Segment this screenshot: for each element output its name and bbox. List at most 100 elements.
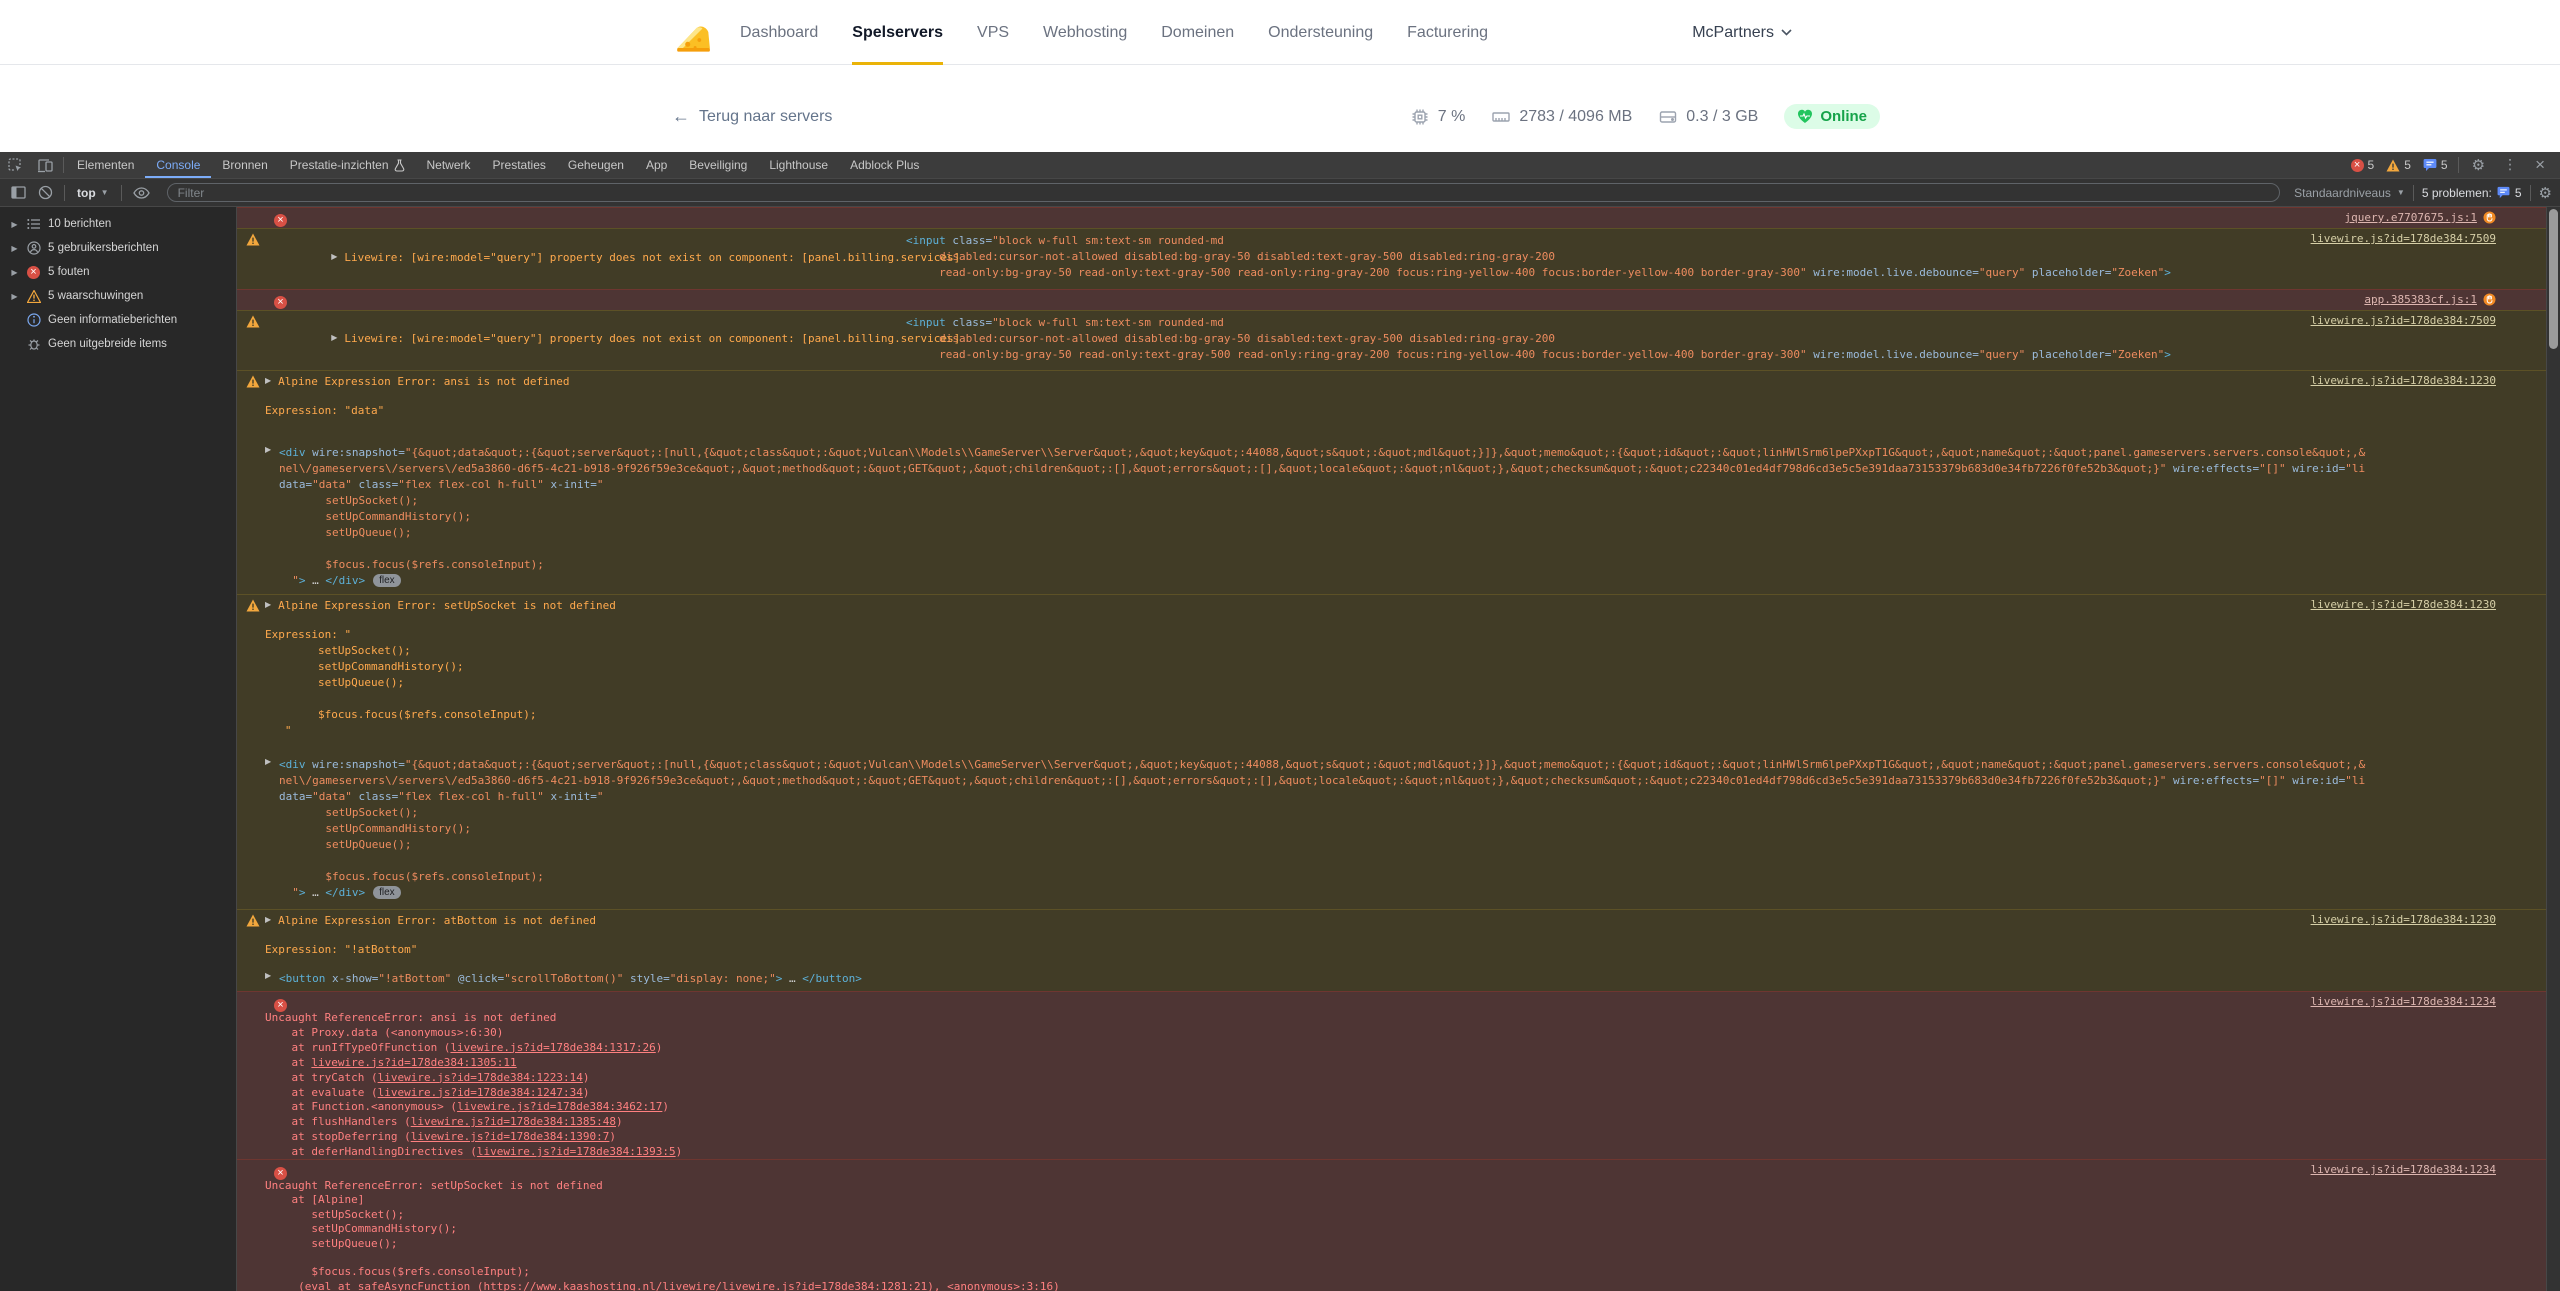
tab-bronnen[interactable]: Bronnen [211,152,278,178]
scrollbar-thumb[interactable] [2549,209,2558,349]
expand-arrow-icon[interactable]: ▶ [265,913,271,928]
live-expression-eye-icon[interactable] [130,187,153,199]
nav-webhosting[interactable]: Webhosting [1043,0,1127,65]
sidebar-item-info[interactable]: Geen informatieberichten [0,308,236,332]
log-levels-dropdown[interactable]: Standaardniveaus ▼ [2294,186,2405,200]
expand-arrow-icon[interactable]: ▶ [10,244,19,253]
cpu-value: 7 % [1438,108,1466,126]
dropdown-arrow-icon: ▼ [101,188,109,197]
issues-counter[interactable]: 5 [2419,158,2452,172]
tab-beveiliging[interactable]: Beveiliging [678,152,758,178]
source-link[interactable]: jquery.e7707675.js:1 [2345,211,2477,224]
expand-arrow-icon[interactable]: ▶ [265,374,271,389]
message-text: Livewire: [wire:model="query"] property … [344,332,960,345]
console-sidebar-toggle-icon[interactable] [8,186,29,199]
back-link[interactable]: ← Terug naar servers [672,106,832,127]
nav-dashboard[interactable]: Dashboard [740,0,818,65]
source-link[interactable]: livewire.js?id=178de384:1230 [2311,598,2496,611]
cheese-logo-icon[interactable] [674,20,712,58]
console-scrollbar[interactable] [2546,207,2560,1291]
source-link[interactable]: app.385383cf.js:1 [2364,293,2477,306]
sidebar-item-user-messages[interactable]: ▶ 5 gebruikersberichten [0,236,236,260]
chevron-down-icon [1781,29,1792,36]
error-counter[interactable]: 5 [2347,158,2379,172]
expand-arrow-icon[interactable]: ▶ [265,445,271,454]
issues-icon [2423,158,2437,172]
expression-text: Expression: "!atBottom" [265,942,2366,958]
nav-vps[interactable]: VPS [977,0,1009,65]
nav-ondersteuning[interactable]: Ondersteuning [1268,0,1373,65]
adblock-icon [2483,293,2496,306]
list-icon [26,218,41,230]
console-message-warning: ▶ Alpine Expression Error: ansi is not de… [237,370,2546,594]
expand-arrow-icon[interactable]: ▶ [331,330,337,346]
expand-arrow-icon[interactable]: ▶ [10,220,19,229]
source-link[interactable]: livewire.js?id=178de384:7509 [2311,232,2496,245]
user-icon [26,241,41,255]
error-icon [274,214,287,227]
console-message-warning: <input class="block w-full sm:text-sm ro… [237,310,2546,370]
tab-lighthouse[interactable]: Lighthouse [758,152,839,178]
expand-arrow-icon[interactable]: ▶ [10,268,19,277]
console-sidebar: ▶ 10 berichten ▶ 5 gebruikersberichten [0,207,237,1291]
clear-console-icon[interactable] [35,185,56,200]
nav-spelservers[interactable]: Spelservers [852,0,943,65]
expression-text: Expression: " setUpSocket(); setUpComman… [265,627,2366,739]
sidebar-item-all-messages[interactable]: ▶ 10 berichten [0,212,236,236]
tab-adblock-plus[interactable]: Adblock Plus [839,152,930,178]
console-settings-icon[interactable]: ⚙ [2539,184,2552,202]
message-title: Alpine Expression Error: setUpSocket is … [278,599,616,612]
warning-icon [246,315,260,328]
expand-arrow-icon[interactable]: ▶ [10,292,19,301]
warning-icon [246,375,260,388]
status-label: Online [1820,108,1867,125]
warning-icon [2386,159,2400,172]
error-icon [2351,159,2364,172]
expand-arrow-icon[interactable]: ▶ [331,249,337,265]
nav-facturering[interactable]: Facturering [1407,0,1488,65]
element-preview: ▶ <button x-show="!atBottom" @click="scr… [265,971,2366,987]
warning-icon [246,233,260,246]
tab-console[interactable]: Console [145,152,211,178]
close-devtools-icon[interactable]: × [2528,155,2552,175]
account-menu[interactable]: McPartners [1692,0,1792,65]
flask-icon [394,159,405,172]
source-link[interactable]: livewire.js?id=178de384:1230 [2311,374,2496,387]
sidebar-item-verbose[interactable]: Geen uitgebreide items [0,332,236,356]
error-icon [274,999,287,1012]
server-subheader: ← Terug naar servers 7 % [0,65,2560,152]
error-icon [274,296,287,309]
device-toolbar-icon[interactable] [30,152,61,178]
expand-arrow-icon[interactable]: ▶ [265,598,271,613]
tab-app[interactable]: App [635,152,678,178]
status-badge: Online [1784,104,1880,129]
nav-domeinen[interactable]: Domeinen [1161,0,1234,65]
adblock-icon [2483,211,2496,224]
problems-indicator[interactable]: 5 problemen: 5 [2422,186,2522,200]
message-title: Alpine Expression Error: ansi is not def… [278,375,569,388]
expand-arrow-icon[interactable]: ▶ [265,971,271,980]
tab-prestaties[interactable]: Prestaties [482,152,557,178]
tab-prestatie-inzichten[interactable]: Prestatie-inzichten [279,152,416,178]
disk-icon [1658,107,1678,127]
warning-icon [26,290,41,303]
settings-gear-icon[interactable]: ⚙ [2465,156,2492,174]
expression-text: Expression: "data" [265,403,2366,419]
source-link[interactable]: livewire.js?id=178de384:1230 [2311,913,2496,926]
source-link[interactable]: livewire.js?id=178de384:1234 [2311,1163,2496,1176]
execution-context-selector[interactable]: top ▼ [73,186,113,200]
back-arrow-icon: ← [672,106,690,127]
sidebar-item-errors[interactable]: ▶ 5 fouten [0,260,236,284]
inspect-element-icon[interactable] [0,152,30,178]
warning-counter[interactable]: 5 [2382,158,2415,172]
console-filter-input[interactable] [167,183,2281,202]
kebab-menu-icon[interactable]: ⋮ [2496,157,2524,173]
expand-arrow-icon[interactable]: ▶ [265,757,271,766]
sidebar-item-warnings[interactable]: ▶ 5 waarschuwingen [0,284,236,308]
source-link[interactable]: livewire.js?id=178de384:1234 [2311,995,2496,1008]
source-link[interactable]: livewire.js?id=178de384:7509 [2311,314,2496,327]
tab-geheugen[interactable]: Geheugen [557,152,635,178]
warning-icon [246,914,260,927]
tab-elementen[interactable]: Elementen [66,152,145,178]
tab-netwerk[interactable]: Netwerk [416,152,482,178]
